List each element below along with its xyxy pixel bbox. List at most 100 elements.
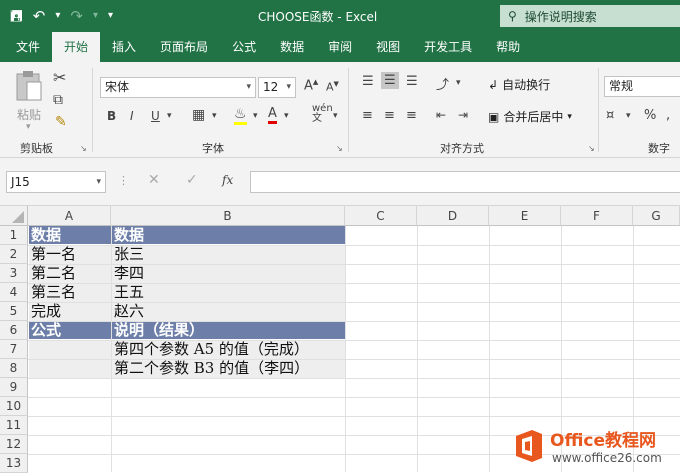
copy-icon[interactable]: ⧉ xyxy=(53,92,63,108)
chevron-down-icon[interactable]: ▾ xyxy=(333,111,338,121)
undo-dropdown-icon[interactable]: ▾ xyxy=(55,6,60,26)
redo-dropdown-icon[interactable]: ▾ xyxy=(93,6,98,26)
tab-view[interactable]: 视图 xyxy=(364,38,412,62)
cut-icon[interactable]: ✂ xyxy=(53,68,66,87)
row-header-5[interactable]: 5 xyxy=(0,302,28,321)
phonetic-guide-icon[interactable]: wén 文 xyxy=(312,104,333,124)
number-format-select[interactable]: 常规 xyxy=(604,76,680,97)
insert-function-button[interactable]: fx xyxy=(222,173,233,187)
row-header-3[interactable]: 3 xyxy=(0,264,28,283)
column-header-b[interactable]: B xyxy=(111,206,345,226)
dialog-launcher-icon[interactable]: ↘ xyxy=(80,144,87,153)
chevron-down-icon[interactable]: ▾ xyxy=(212,111,217,121)
row-header-2[interactable]: 2 xyxy=(0,245,28,264)
tab-data[interactable]: 数据 xyxy=(268,38,316,62)
column-header-d[interactable]: D xyxy=(417,206,489,226)
column-header-e[interactable]: E xyxy=(489,206,561,226)
enter-icon[interactable]: ✓ xyxy=(186,172,198,188)
select-all-triangle-icon xyxy=(12,211,24,223)
tab-formulas[interactable]: 公式 xyxy=(220,38,268,62)
row-header-10[interactable]: 10 xyxy=(0,397,28,416)
align-bottom-icon[interactable]: ☰ xyxy=(406,74,418,89)
worksheet-grid[interactable]: A B C D E F G 1 2 3 4 5 6 7 8 9 10 11 12… xyxy=(0,206,680,473)
font-name-select[interactable]: 宋体 ▾ xyxy=(100,77,256,98)
column-header-f[interactable]: F xyxy=(561,206,633,226)
undo-icon[interactable]: ↶ xyxy=(33,6,46,26)
currency-icon[interactable]: ¤ xyxy=(606,108,614,123)
cell-a2[interactable]: 第一名 xyxy=(29,245,76,264)
borders-icon[interactable]: ▦ xyxy=(192,107,205,123)
cell-a6[interactable]: 公式 xyxy=(29,321,61,340)
decrease-indent-icon[interactable]: ⇤ xyxy=(436,108,446,122)
cell-a1[interactable]: 数据 xyxy=(29,226,61,245)
select-all-corner[interactable] xyxy=(0,206,28,226)
chevron-down-icon[interactable]: ▾ xyxy=(167,111,172,121)
cancel-icon[interactable]: ✕ xyxy=(148,172,160,188)
cell-b7[interactable]: 第四个参数 A5 的值（完成） xyxy=(112,340,309,359)
tab-file[interactable]: 文件 xyxy=(4,38,52,62)
name-box[interactable]: J15 ▾ xyxy=(6,171,106,193)
italic-button[interactable]: I xyxy=(130,109,134,123)
column-header-c[interactable]: C xyxy=(345,206,417,226)
tab-page-layout[interactable]: 页面布局 xyxy=(148,38,220,62)
customize-qat-icon[interactable]: ▾ xyxy=(108,6,113,26)
chevron-down-icon[interactable]: ▾ xyxy=(284,111,289,121)
align-center-icon[interactable]: ≡ xyxy=(384,108,395,123)
row-header-8[interactable]: 8 xyxy=(0,359,28,378)
decrease-font-icon[interactable]: A▼ xyxy=(326,80,339,94)
cell-b1[interactable]: 数据 xyxy=(112,226,144,245)
wrap-text-button[interactable]: ↲ 自动换行 xyxy=(488,76,550,93)
tab-home[interactable]: 开始 xyxy=(52,32,101,62)
chevron-down-icon[interactable]: ▾ xyxy=(253,111,258,121)
column-header-g[interactable]: G xyxy=(633,206,680,226)
row-header-4[interactable]: 4 xyxy=(0,283,28,302)
cell-b8[interactable]: 第二个参数 B3 的值（李四） xyxy=(112,359,309,378)
row-header-7[interactable]: 7 xyxy=(0,340,28,359)
underline-button[interactable]: U xyxy=(151,109,160,123)
align-right-icon[interactable]: ≡ xyxy=(406,108,417,123)
column-header-a[interactable]: A xyxy=(28,206,111,226)
cell-a3[interactable]: 第二名 xyxy=(29,264,76,283)
row-header-13[interactable]: 13 xyxy=(0,454,28,473)
paste-button[interactable]: 粘贴 ▾ xyxy=(12,70,46,132)
fill-color-icon[interactable]: ♨ xyxy=(234,106,247,125)
align-top-icon[interactable]: ☰ xyxy=(362,74,374,89)
row-header-6[interactable]: 6 xyxy=(0,321,28,340)
row-header-11[interactable]: 11 xyxy=(0,416,28,435)
chevron-down-icon[interactable]: ▾ xyxy=(626,111,631,121)
bold-button[interactable]: B xyxy=(107,109,116,123)
cell-b5[interactable]: 赵六 xyxy=(112,302,144,321)
tell-me-search[interactable]: ⚲ 操作说明搜索 xyxy=(500,5,680,27)
cell-b2[interactable]: 张三 xyxy=(112,245,144,264)
cell-a5[interactable]: 完成 xyxy=(29,302,61,321)
increase-indent-icon[interactable]: ⇥ xyxy=(458,108,468,122)
cell-b6[interactable]: 说明（结果） xyxy=(112,321,204,340)
dialog-launcher-icon[interactable]: ↘ xyxy=(336,144,343,153)
formula-input[interactable] xyxy=(250,171,680,193)
tab-developer[interactable]: 开发工具 xyxy=(412,38,484,62)
comma-style-icon[interactable]: , xyxy=(666,108,670,123)
merge-center-button[interactable]: ▣ 合并后居中 ▾ xyxy=(488,108,572,125)
redo-icon[interactable]: ↷ xyxy=(70,6,83,26)
cell-b4[interactable]: 王五 xyxy=(112,283,144,302)
font-size-select[interactable]: 12 ▾ xyxy=(258,77,296,98)
tab-help[interactable]: 帮助 xyxy=(484,38,532,62)
row-header-12[interactable]: 12 xyxy=(0,435,28,454)
tab-insert[interactable]: 插入 xyxy=(100,38,148,62)
dialog-launcher-icon[interactable]: ↘ xyxy=(588,144,595,153)
align-middle-icon[interactable]: ☰ xyxy=(381,72,399,89)
orientation-icon[interactable]: ⤴ xyxy=(436,74,449,93)
percent-button[interactable]: % xyxy=(644,108,656,123)
row-header-9[interactable]: 9 xyxy=(0,378,28,397)
save-icon[interactable]: 🖪 xyxy=(10,6,23,26)
align-left-icon[interactable]: ≡ xyxy=(362,108,373,123)
ribbon-tabs: 文件 开始 插入 页面布局 公式 数据 审阅 视图 开发工具 帮助 xyxy=(0,32,680,62)
cell-b3[interactable]: 李四 xyxy=(112,264,144,283)
increase-font-icon[interactable]: A▲ xyxy=(304,78,318,93)
format-painter-icon[interactable]: ✎ xyxy=(55,114,67,130)
cell-a4[interactable]: 第三名 xyxy=(29,283,76,302)
chevron-down-icon[interactable]: ▾ xyxy=(456,78,461,88)
font-color-icon[interactable]: A xyxy=(268,106,277,124)
tab-review[interactable]: 审阅 xyxy=(316,38,364,62)
row-header-1[interactable]: 1 xyxy=(0,226,28,245)
